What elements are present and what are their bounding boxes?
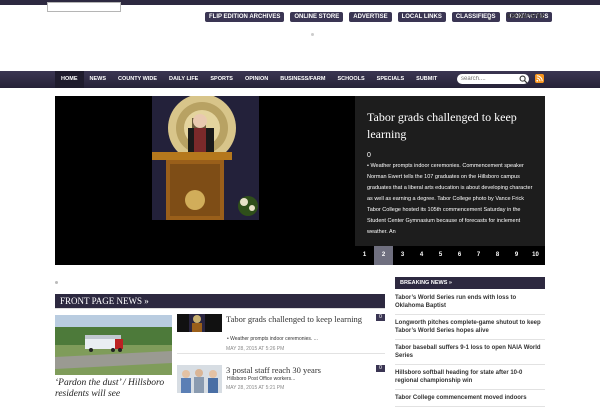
nav-sports[interactable]: SPORTS [204,71,239,88]
nav-submit[interactable]: SUBMIT [410,71,443,88]
top-link-advertise[interactable]: ADVERTISE [349,12,392,22]
breaking-news-item[interactable]: Hillsboro softball heading for state aft… [395,369,545,390]
story-thumbnail[interactable] [177,365,222,393]
search-icon[interactable] [519,75,528,84]
main-nav: HOME NEWS COUNTY WIDE DAILY LIFE SPORTS … [55,71,443,88]
pager-page-8[interactable]: 8 [488,246,507,265]
top-link-flip-edition[interactable]: FLIP EDITION ARCHIVES [205,12,285,22]
breaking-news-item[interactable]: Tabor baseball suffers 9-1 loss to open … [395,344,545,365]
breaking-news-item[interactable]: Longworth pitches complete-game shutout … [395,319,545,340]
comment-count-badge[interactable]: 0 [376,365,385,372]
breaking-news-heading[interactable]: BREAKING NEWS » [395,277,545,289]
decorative-dot [311,33,314,36]
story-excerpt: Hillsboro Post Office workers... [227,376,296,382]
pager-page-10[interactable]: 10 [526,246,545,265]
divider [55,308,385,309]
lead-story-title[interactable]: ‘Pardon the dust’ / Hillsboro residents … [55,378,180,400]
story-title[interactable]: 3 postal staff reach 30 years [226,365,366,375]
nav-specials[interactable]: SPECIALS [371,71,411,88]
nav-schools[interactable]: SCHOOLS [331,71,370,88]
divider [177,353,385,354]
pager-page-3[interactable]: 3 [393,246,412,265]
top-link-online-store[interactable]: ONLINE STORE [290,12,344,22]
nav-home[interactable]: HOME [55,71,84,88]
top-links: FLIP EDITION ARCHIVES ONLINE STORE ADVER… [205,12,553,22]
phone-number: 620-947-5702 [507,14,545,20]
nav-daily-life[interactable]: DAILY LIFE [163,71,204,88]
slider-pager: 1 2 3 4 5 6 7 8 9 10 [355,246,545,265]
decorative-dot [55,281,58,284]
divider-dot [488,17,491,20]
featured-excerpt: • Weather prompts indoor ceremonies. Com… [367,163,533,235]
rss-icon[interactable] [535,74,544,83]
nav-business-farm[interactable]: BUSINESS/FARM [274,71,331,88]
list-item: 3 postal staff reach 30 years Hillsboro … [177,365,385,395]
pager-page-1[interactable]: 1 [355,246,374,265]
nav-opinion[interactable]: OPINION [239,71,274,88]
pager-page-2[interactable]: 2 [374,246,393,265]
pager-page-4[interactable]: 4 [412,246,431,265]
front-page-heading[interactable]: FRONT PAGE NEWS » [55,294,385,308]
story-date: MAY 28, 2015 AT 5:26 PM [226,346,285,352]
featured-photo[interactable] [152,96,259,220]
breaking-news-item[interactable]: Tabor College commencement moved indoors [395,394,545,407]
pager-page-5[interactable]: 5 [431,246,450,265]
story-date: MAY 28, 2015 AT 5:21 PM [226,385,285,391]
top-link-classifieds[interactable]: CLASSIFIEDS [451,12,500,22]
nav-county-wide[interactable]: COUNTY WIDE [112,71,163,88]
pager-page-9[interactable]: 9 [507,246,526,265]
lead-story-photo[interactable] [55,315,172,375]
comment-count-badge[interactable]: 0 [376,314,385,321]
pager-page-7[interactable]: 7 [469,246,488,265]
featured-slider: Tabor grads challenged to keep learning … [55,96,545,265]
list-item: Tabor grads challenged to keep learning … [177,314,385,354]
story-thumbnail[interactable] [177,314,222,332]
pager-page-6[interactable]: 6 [450,246,469,265]
nav-news[interactable]: NEWS [84,71,113,88]
story-title[interactable]: Tabor grads challenged to keep learning [226,314,366,324]
story-excerpt: • Weather prompts indoor ceremonies. ... [227,336,318,342]
top-link-local-links[interactable]: LOCAL LINKS [397,12,446,22]
breaking-news-item[interactable]: Tabor’s World Series run ends with loss … [395,294,545,315]
breaking-news-list: Tabor’s World Series run ends with loss … [395,294,545,411]
featured-caption: Tabor grads challenged to keep learning … [355,96,545,246]
top-search-box[interactable] [47,2,121,12]
featured-title[interactable]: Tabor grads challenged to keep learning [367,109,533,143]
comment-count: 0 [367,152,371,159]
